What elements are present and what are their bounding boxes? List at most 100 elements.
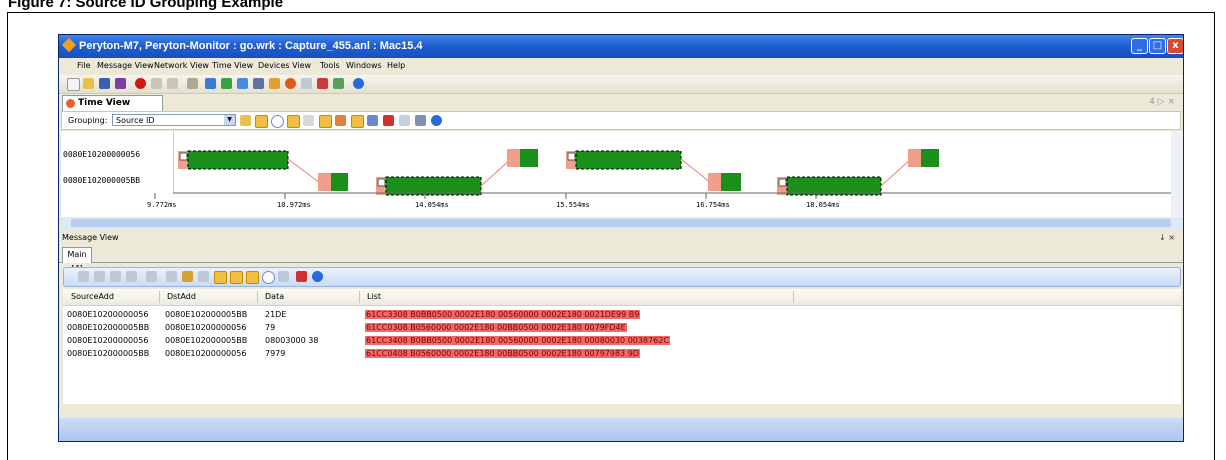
ack-header [507, 149, 520, 167]
ack-body[interactable] [921, 149, 939, 167]
scroll-thumb[interactable] [71, 219, 1171, 227]
menu-network-view[interactable]: Network View [154, 61, 209, 70]
menu-windows[interactable]: Windows [346, 61, 382, 70]
help-icon[interactable] [312, 271, 323, 282]
anchor-icon[interactable] [296, 271, 307, 282]
tick-label: 14.054ms [415, 201, 449, 209]
columns-icon[interactable] [246, 271, 259, 284]
link-icon[interactable] [351, 115, 364, 128]
up-icon[interactable] [166, 271, 177, 282]
chevron-down-icon[interactable]: ▼ [224, 115, 235, 125]
ack-body[interactable] [520, 149, 538, 167]
tools-icon[interactable] [317, 78, 328, 89]
column-header[interactable]: Data [265, 292, 284, 301]
menu-tools[interactable]: Tools [320, 61, 340, 70]
checkbox-icon[interactable] [567, 152, 576, 161]
search-icon[interactable] [262, 271, 275, 284]
time-chart[interactable]: 0080E10200000056 0080E102000005BB 9.772m… [61, 131, 1171, 217]
pane-controls[interactable]: ↓ × [1159, 231, 1175, 244]
funnel-icon[interactable] [278, 271, 289, 282]
open-icon[interactable] [83, 78, 94, 89]
frame-group[interactable] [777, 149, 939, 196]
devices-icon[interactable] [221, 78, 232, 89]
help-icon[interactable] [431, 115, 442, 126]
print-icon[interactable] [115, 78, 126, 89]
checkbox-icon[interactable] [778, 178, 787, 187]
frame-group[interactable] [566, 150, 741, 191]
config-icon[interactable] [333, 78, 344, 89]
expand-icon[interactable] [78, 271, 89, 282]
wrench-icon[interactable] [187, 78, 198, 89]
marker-icon[interactable] [335, 115, 346, 126]
zoom-box-icon[interactable] [287, 115, 300, 128]
frame-body[interactable] [385, 176, 482, 196]
chart-icon[interactable] [237, 78, 248, 89]
network-icon[interactable] [205, 78, 216, 89]
delete-icon[interactable] [198, 271, 209, 282]
frame-group[interactable] [376, 149, 538, 196]
figure-caption: Figure 7: Source ID Grouping Example [8, 0, 284, 11]
print-icon[interactable] [415, 115, 426, 126]
tab-main[interactable]: Main [4] [62, 247, 92, 273]
cell-dest: 0080E102000005BB [165, 310, 248, 319]
filter-icon[interactable] [269, 78, 280, 89]
pause-icon[interactable] [151, 78, 162, 89]
frame-group[interactable] [178, 150, 348, 191]
table-row[interactable]: 0080E10200000056 0080E102000005BB 080030… [63, 335, 1181, 347]
zoom-select-icon[interactable] [255, 115, 268, 128]
checkbox-icon[interactable] [377, 178, 386, 187]
title-bar[interactable]: Peryton-M7, Peryton-Monitor : go.wrk : C… [59, 35, 1183, 58]
ack-body[interactable] [331, 173, 348, 191]
column-header[interactable]: DstAdd [167, 292, 196, 301]
grouping-select[interactable]: Source ID ▼ [112, 114, 236, 126]
table-row[interactable]: 0080E102000005BB 0080E10200000056 7979 6… [63, 348, 1181, 360]
time-icon[interactable] [319, 115, 332, 128]
analyze-icon[interactable] [253, 78, 264, 89]
down-icon[interactable] [182, 271, 193, 282]
table-row[interactable]: 0080E102000005BB 0080E10200000056 79 61C… [63, 322, 1181, 334]
settings-icon[interactable] [399, 115, 410, 126]
menu-file[interactable]: File [77, 61, 90, 70]
stop-icon[interactable] [167, 78, 178, 89]
menu-message-view[interactable]: Message View [97, 61, 154, 70]
cell-list: 61CC3408 B0BB0500 0002E180 00560000 0002… [365, 336, 670, 345]
new-icon[interactable] [67, 78, 80, 91]
timer-icon[interactable] [285, 78, 296, 89]
checkbox-icon[interactable] [179, 152, 188, 161]
frame-body[interactable] [786, 176, 882, 196]
save-icon[interactable] [99, 78, 110, 89]
record-icon[interactable] [135, 78, 146, 89]
column-header[interactable]: List [367, 292, 381, 301]
table-row[interactable]: 0080E10200000056 0080E102000005BB 21DE 6… [63, 309, 1181, 321]
menu-time-view[interactable]: Time View [212, 61, 253, 70]
table-icon[interactable] [110, 271, 121, 282]
message-view-tabstrip: Main [4] [59, 245, 1183, 273]
tab-controls[interactable]: 4 ▷ × [1149, 97, 1175, 107]
help-icon[interactable] [353, 78, 364, 89]
zoom-icon[interactable] [271, 115, 284, 128]
horizontal-scrollbar[interactable] [61, 217, 1183, 229]
frame-body[interactable] [187, 150, 289, 170]
pen-icon[interactable] [367, 115, 378, 126]
anchor-icon[interactable] [383, 115, 394, 126]
tick-label: 15.554ms [556, 201, 590, 209]
sort-desc-icon[interactable] [146, 271, 157, 282]
tab-time-view[interactable]: Time View [62, 95, 163, 111]
vertical-scrollbar[interactable] [1171, 131, 1183, 217]
stats-icon[interactable] [301, 78, 312, 89]
hex-icon[interactable] [230, 271, 243, 284]
ack-body[interactable] [721, 173, 741, 191]
column-header[interactable]: SourceAdd [71, 292, 114, 301]
refresh-icon[interactable] [303, 115, 314, 126]
group-icon[interactable] [240, 115, 251, 126]
sort-icon[interactable] [126, 271, 137, 282]
frame-body[interactable] [575, 150, 682, 170]
close-button[interactable]: x [1167, 38, 1183, 54]
minimize-button[interactable]: _ [1131, 38, 1148, 54]
menu-help[interactable]: Help [387, 61, 405, 70]
maximize-button[interactable]: □ [1149, 38, 1166, 54]
cell-list: 61CC3308 B0BB0500 0002E180 00560000 0002… [365, 310, 641, 319]
group-icon[interactable] [214, 271, 227, 284]
collapse-icon[interactable] [94, 271, 105, 282]
menu-devices-view[interactable]: Devices View [258, 61, 311, 70]
